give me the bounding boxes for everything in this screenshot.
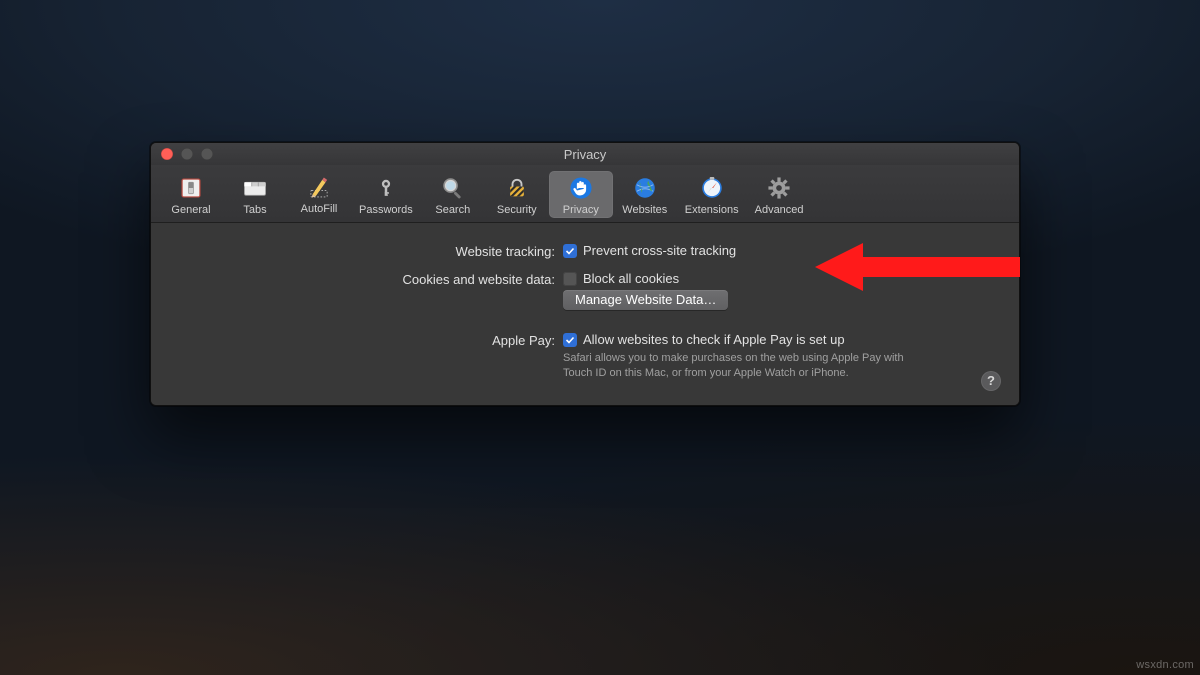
checkbox-unchecked-icon xyxy=(563,272,577,286)
prevent-cross-site-tracking-checkbox[interactable]: Prevent cross-site tracking xyxy=(563,243,995,258)
tab-tabs[interactable]: Tabs xyxy=(223,171,287,218)
compass-icon xyxy=(696,174,728,202)
checkbox-label: Block all cookies xyxy=(583,271,679,286)
window-controls xyxy=(161,148,213,160)
preferences-window: Privacy General xyxy=(150,142,1020,406)
checkbox-label: Allow websites to check if Apple Pay is … xyxy=(583,332,845,347)
gear-icon xyxy=(763,174,795,202)
checkbox-checked-icon xyxy=(563,333,577,347)
apple-pay-row: Apple Pay: Allow websites to check if Ap… xyxy=(175,332,995,381)
checkbox-checked-icon xyxy=(563,244,577,258)
tab-general[interactable]: General xyxy=(159,171,223,218)
hand-icon xyxy=(565,174,597,202)
tab-label: Extensions xyxy=(685,204,739,216)
watermark: wsxdn.com xyxy=(1136,659,1194,671)
titlebar[interactable]: Privacy xyxy=(151,143,1019,165)
tab-label: Security xyxy=(497,204,537,216)
close-icon[interactable] xyxy=(161,148,173,160)
minimize-icon[interactable] xyxy=(181,148,193,160)
apple-pay-hint: Safari allows you to make purchases on t… xyxy=(563,351,913,381)
pencil-icon xyxy=(303,174,335,202)
tab-label: Search xyxy=(435,204,470,216)
block-all-cookies-checkbox[interactable]: Block all cookies xyxy=(563,271,995,286)
apple-pay-check-checkbox[interactable]: Allow websites to check if Apple Pay is … xyxy=(563,332,995,347)
apple-pay-label: Apple Pay: xyxy=(175,332,563,348)
key-icon xyxy=(370,174,402,202)
tab-label: Websites xyxy=(622,204,667,216)
tab-label: General xyxy=(171,204,210,216)
tab-advanced[interactable]: Advanced xyxy=(747,171,812,218)
zoom-icon[interactable] xyxy=(201,148,213,160)
tab-label: Advanced xyxy=(755,204,804,216)
help-button[interactable]: ? xyxy=(981,371,1001,391)
preferences-toolbar: General Tabs xyxy=(151,165,1019,223)
tab-privacy[interactable]: Privacy xyxy=(549,171,613,218)
cookies-label: Cookies and website data: xyxy=(175,271,563,287)
tab-websites[interactable]: Websites xyxy=(613,171,677,218)
tab-label: AutoFill xyxy=(301,203,338,215)
cookies-row: Cookies and website data: Block all cook… xyxy=(175,271,995,310)
tab-label: Passwords xyxy=(359,204,413,216)
switch-icon xyxy=(175,174,207,202)
tab-autofill[interactable]: AutoFill xyxy=(287,171,351,218)
checkbox-label: Prevent cross-site tracking xyxy=(583,243,736,258)
tab-search[interactable]: Search xyxy=(421,171,485,218)
website-tracking-row: Website tracking: Prevent cross-site tra… xyxy=(175,243,995,259)
manage-website-data-button[interactable]: Manage Website Data… xyxy=(563,290,728,310)
tab-label: Tabs xyxy=(243,204,266,216)
tab-passwords[interactable]: Passwords xyxy=(351,171,421,218)
window-title: Privacy xyxy=(151,147,1019,162)
tabs-icon xyxy=(239,174,271,202)
tab-security[interactable]: Security xyxy=(485,171,549,218)
tab-extensions[interactable]: Extensions xyxy=(677,171,747,218)
magnifier-icon xyxy=(437,174,469,202)
tab-label: Privacy xyxy=(563,204,599,216)
globe-icon xyxy=(629,174,661,202)
privacy-pane: Website tracking: Prevent cross-site tra… xyxy=(151,223,1019,405)
lock-icon xyxy=(501,174,533,202)
website-tracking-label: Website tracking: xyxy=(175,243,563,259)
help-glyph: ? xyxy=(987,373,995,388)
